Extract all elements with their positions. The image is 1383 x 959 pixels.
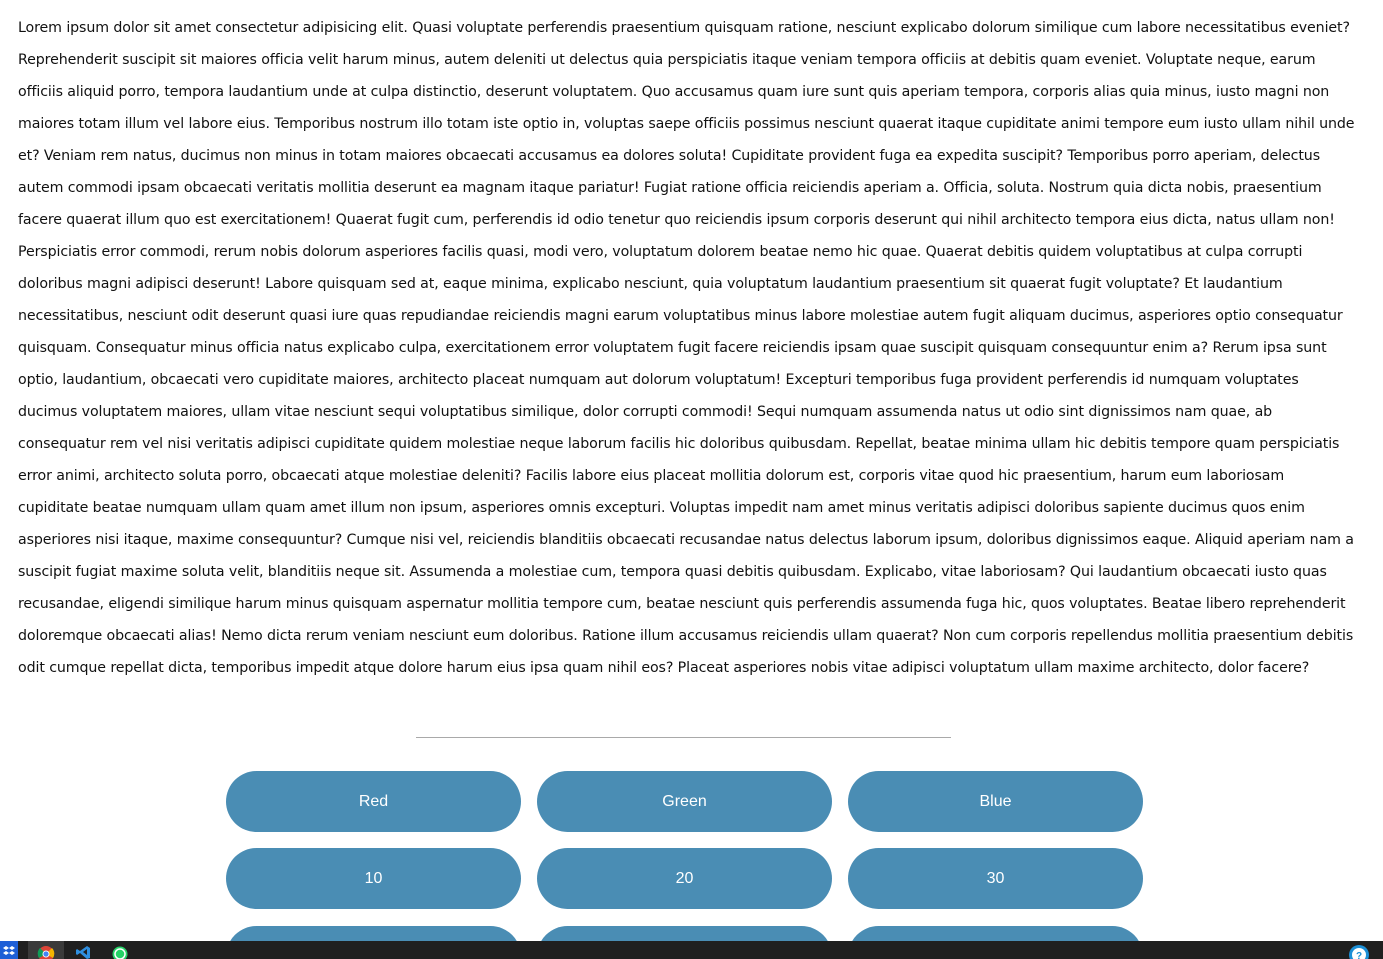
red-button[interactable]: Red	[226, 771, 521, 832]
vscode-icon[interactable]	[74, 941, 92, 959]
size-20-button[interactable]: 20	[537, 848, 832, 909]
row3-button-right[interactable]	[848, 926, 1143, 941]
help-icon[interactable]: ?	[1347, 941, 1371, 959]
page: Lorem ipsum dolor sit amet consectetur a…	[0, 0, 1383, 941]
chrome-icon[interactable]	[36, 941, 56, 959]
taskbar: ?	[0, 941, 1383, 959]
lorem-paragraph: Lorem ipsum dolor sit amet consectetur a…	[18, 20, 1355, 676]
svg-text:?: ?	[1356, 951, 1362, 959]
dropbox-icon[interactable]	[0, 941, 18, 959]
size-10-button[interactable]: 10	[226, 848, 521, 909]
size-30-button[interactable]: 30	[848, 848, 1143, 909]
horizontal-divider	[416, 737, 951, 738]
green-button[interactable]: Green	[537, 771, 832, 832]
blue-button[interactable]: Blue	[848, 771, 1143, 832]
whatsapp-icon[interactable]	[111, 941, 129, 959]
row3-button-middle[interactable]	[537, 926, 832, 941]
row3-button-left[interactable]	[226, 926, 521, 941]
